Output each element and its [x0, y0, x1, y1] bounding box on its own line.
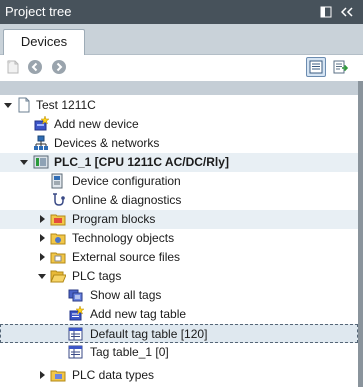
- tree-item-label: Program blocks: [72, 212, 156, 226]
- tree-item-label: Tag table_1 [0]: [90, 345, 169, 359]
- collapsed-arrow-icon[interactable]: [37, 252, 47, 262]
- expanded-arrow-icon[interactable]: [3, 100, 13, 110]
- tree-item-add-new-tag-table[interactable]: Add new tag table: [0, 305, 358, 324]
- collapsed-arrow-icon[interactable]: [37, 233, 47, 243]
- dock-panel-icon[interactable]: [318, 4, 334, 20]
- tree-item-label: Add new tag table: [90, 307, 187, 321]
- vertical-scrollbar[interactable]: [358, 81, 363, 387]
- tree-item-label: Default tag table [120]: [90, 327, 208, 341]
- folder-icon: [50, 249, 66, 265]
- project-tree: Test 1211C Add new device Devices & netw…: [0, 96, 358, 387]
- tree-item-label: Add new device: [54, 117, 139, 131]
- tree-item-label: Online & diagnostics: [72, 193, 182, 207]
- tree-item-add-new-device[interactable]: Add new device: [0, 115, 358, 134]
- collapse-panel-icon[interactable]: [339, 4, 355, 20]
- device-config-icon: [50, 173, 66, 189]
- folder-icon: [50, 367, 66, 383]
- folder-open-icon: [50, 268, 66, 284]
- tree-item-label: External source files: [72, 250, 181, 264]
- folder-icon: [50, 230, 66, 246]
- expanded-arrow-icon[interactable]: [37, 271, 47, 281]
- expanded-arrow-icon[interactable]: [19, 157, 29, 167]
- tree-item-label: PLC_1 [CPU 1211C AC/DC/Rly]: [54, 155, 229, 169]
- back-icon[interactable]: [25, 57, 45, 77]
- add-device-icon: [33, 116, 49, 132]
- tag-table-icon: [68, 326, 84, 342]
- tree-item-plc-data-types[interactable]: PLC data types: [0, 366, 358, 385]
- project-tree-titlebar: Project tree: [0, 0, 363, 24]
- tree-item-label: PLC tags: [72, 269, 122, 283]
- tree-item-plc-tags[interactable]: PLC tags: [0, 267, 358, 286]
- collapsed-arrow-icon[interactable]: [37, 370, 47, 380]
- forward-icon[interactable]: [49, 57, 69, 77]
- plc-icon: [33, 154, 49, 170]
- tree-item-plc-1[interactable]: PLC_1 [CPU 1211C AC/DC/Rly]: [0, 153, 358, 172]
- diagnostics-icon: [50, 192, 66, 208]
- tree-item-test-1211c[interactable]: Test 1211C: [0, 96, 358, 115]
- tab-devices[interactable]: Devices: [3, 29, 85, 55]
- tree-item-tag-table-1[interactable]: Tag table_1 [0]: [0, 343, 358, 362]
- tags-icon: [68, 287, 84, 303]
- project-icon: [16, 97, 32, 113]
- panel-title: Project tree: [5, 4, 72, 19]
- collapsed-arrow-icon[interactable]: [37, 214, 47, 224]
- tree-item-show-all-tags[interactable]: Show all tags: [0, 286, 358, 305]
- add-tag-table-icon: [68, 306, 84, 322]
- tag-table-icon: [68, 344, 84, 360]
- folder-icon: [50, 211, 66, 227]
- tree-item-program-blocks[interactable]: Program blocks: [0, 210, 358, 229]
- tab-strip: Devices: [0, 24, 363, 55]
- tree-header-band: [0, 81, 360, 95]
- tree-item-online-diagnostics[interactable]: Online & diagnostics: [0, 191, 358, 210]
- tree-item-label: Devices & networks: [54, 136, 160, 150]
- overview-view-icon[interactable]: [306, 57, 326, 77]
- network-icon: [33, 135, 49, 151]
- tree-item-external-source-files[interactable]: External source files: [0, 248, 358, 267]
- tree-toolbar: [0, 55, 363, 79]
- tree-item-default-tag-table[interactable]: Default tag table [120]: [0, 324, 358, 343]
- tree-item-label: Device configuration: [72, 174, 181, 188]
- tree-item-device-configuration[interactable]: Device configuration: [0, 172, 358, 191]
- tree-item-label: Show all tags: [90, 288, 162, 302]
- tree-item-devices-networks[interactable]: Devices & networks: [0, 134, 358, 153]
- new-icon[interactable]: [3, 57, 23, 77]
- tree-item-technology-objects[interactable]: Technology objects: [0, 229, 358, 248]
- export-icon[interactable]: [330, 57, 350, 77]
- tree-item-label: PLC data types: [72, 368, 155, 382]
- tree-item-label: Test 1211C: [36, 98, 96, 112]
- tree-item-label: Technology objects: [72, 231, 175, 245]
